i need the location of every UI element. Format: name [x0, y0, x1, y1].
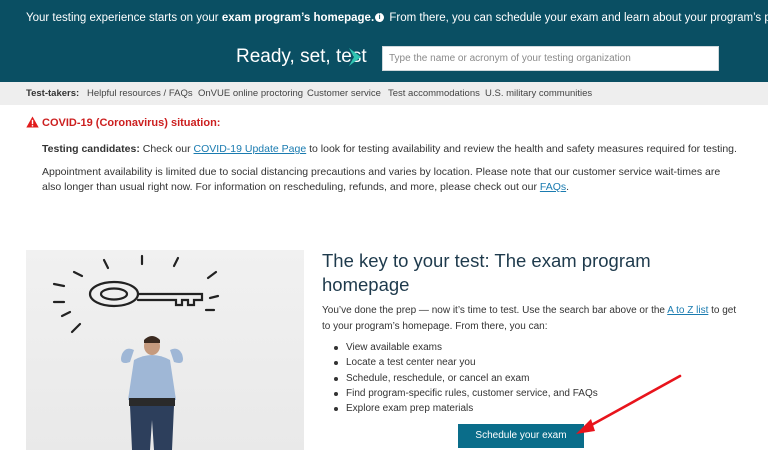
p2-text: Appointment availability is limited due … [42, 166, 721, 193]
testing-candidates-paragraph: Testing candidates: Check our COVID-19 U… [42, 142, 737, 156]
annotation-arrow-icon [576, 374, 682, 434]
list-item: Find program-specific rules, customer se… [332, 386, 598, 401]
subnav-item-helpful-resources[interactable]: Helpful resources / FAQs [87, 82, 193, 105]
subnav-label: Test-takers: [26, 88, 80, 99]
hero-banner: Your testing experience starts on your e… [0, 0, 768, 82]
info-icon[interactable]: i [375, 13, 385, 22]
faqs-link[interactable]: FAQs [540, 181, 566, 193]
list-item: View available exams [332, 340, 598, 355]
feature-intro: You’ve done the prep — now it’s time to … [322, 303, 742, 335]
list-item: Schedule, reschedule, or cancel an exam [332, 371, 598, 386]
p1-text: Check our [139, 143, 194, 155]
p2-end: . [566, 181, 570, 193]
covid-update-link[interactable]: COVID-19 Update Page [194, 143, 307, 155]
covid-title-text: COVID-19 (Coronavirus) situation: [42, 117, 221, 129]
subnav-bar: Test-takers: Helpful resources / FAQs On… [0, 82, 768, 105]
search-input[interactable] [382, 46, 719, 71]
hero-intro-bold: exam program’s homepage. [221, 12, 375, 24]
key-illustration [52, 254, 220, 450]
feature-bullet-list: View available exams Locate a test cente… [332, 340, 598, 416]
availability-paragraph: Appointment availability is limited due … [42, 165, 732, 195]
hero-intro: Your testing experience starts on your e… [26, 11, 768, 25]
subnav-item-test-accommodations[interactable]: Test accommodations [388, 82, 480, 105]
key-illustration-person-photo [26, 250, 304, 450]
subnav-item-customer-service[interactable]: Customer service [307, 82, 381, 105]
testing-candidates-label: Testing candidates: [42, 143, 140, 155]
hero-intro-suffix: From there, you can schedule your exam a… [386, 12, 768, 24]
list-item: Locate a test center near you [332, 355, 598, 370]
subnav-item-onvue[interactable]: OnVUE online proctoring [198, 82, 303, 105]
list-item: Explore exam prep materials [332, 401, 598, 416]
intro-text: You’ve done the prep — now it’s time to … [322, 305, 668, 316]
warning-triangle-icon [26, 116, 39, 128]
hero-intro-text: Your testing experience starts on your [26, 12, 222, 24]
subnav-item-military[interactable]: U.S. military communities [485, 82, 592, 105]
chevron-right-icon [349, 48, 361, 66]
covid-heading: COVID-19 (Coronavirus) situation: [26, 116, 220, 130]
a-to-z-link[interactable]: A to Z list [667, 305, 708, 316]
feature-title: The key to your test: The exam program h… [322, 250, 651, 295]
p1-text-end: to look for testing availability and rev… [306, 143, 737, 155]
